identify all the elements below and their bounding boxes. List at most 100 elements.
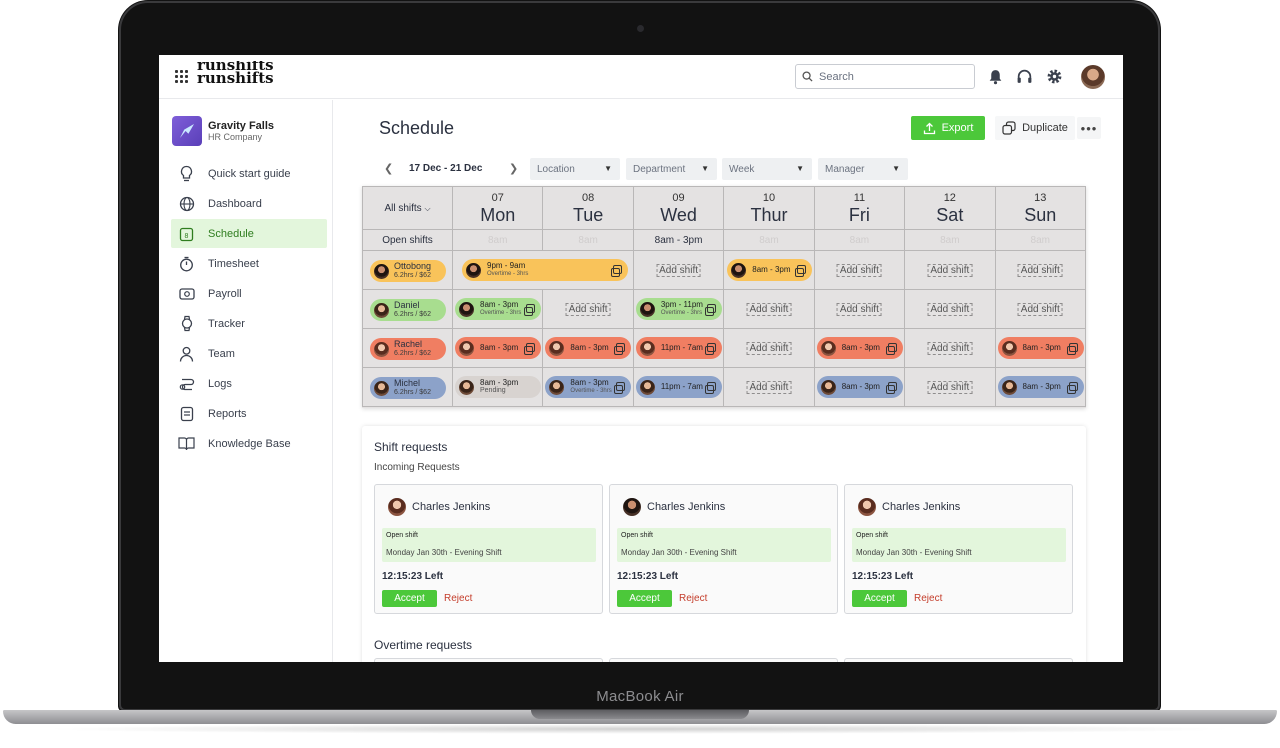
- copy-icon[interactable]: [614, 382, 626, 394]
- add-shift-button[interactable]: Add shift: [746, 381, 792, 394]
- shift-time: 8am - 3pm: [752, 265, 791, 274]
- shift-time: 8am - 3pm: [570, 343, 609, 352]
- reject-button[interactable]: Reject: [679, 593, 707, 604]
- shift-block[interactable]: 8am - 3pm: [816, 337, 903, 359]
- shift-block[interactable]: 8am - 3pm: [997, 376, 1084, 398]
- shift-block[interactable]: 8am - 3pm: [545, 337, 632, 359]
- copy-icon[interactable]: [885, 343, 897, 355]
- add-shift-button[interactable]: Add shift: [927, 342, 973, 355]
- org-switcher[interactable]: Gravity Falls HR Company: [172, 116, 274, 146]
- manager-select[interactable]: Manager ▼: [818, 158, 908, 180]
- sidebar-item-schedule[interactable]: 8 Schedule: [171, 219, 327, 248]
- add-shift-button[interactable]: Add shift: [927, 264, 973, 277]
- accept-button[interactable]: Accept: [617, 590, 672, 607]
- open-shift-slot[interactable]: 8am: [813, 229, 906, 251]
- copy-icon[interactable]: [704, 382, 716, 394]
- add-shift-button[interactable]: Add shift: [746, 303, 792, 316]
- add-shift-button[interactable]: Add shift: [836, 303, 882, 316]
- add-shift-button[interactable]: Add shift: [927, 303, 973, 316]
- chevron-right-icon[interactable]: ❯: [509, 162, 518, 175]
- shift-block[interactable]: 11pm - 7am: [635, 376, 722, 398]
- open-shift-slot[interactable]: 8am: [723, 229, 815, 251]
- add-shift-button[interactable]: Add shift: [565, 303, 611, 316]
- sidebar-item-tracker[interactable]: Tracker: [171, 309, 327, 338]
- add-shift-button[interactable]: Add shift: [746, 342, 792, 355]
- shift-cell: 8am - 3pm Overtime - 3hrs: [542, 367, 634, 407]
- sidebar-item-quick-start[interactable]: Quick start guide: [171, 159, 327, 188]
- sidebar-item-logs[interactable]: Logs: [171, 369, 327, 398]
- accept-button[interactable]: Accept: [852, 590, 907, 607]
- shift-block[interactable]: 11pm - 7am: [635, 337, 722, 359]
- search-box[interactable]: [795, 64, 975, 89]
- shift-block-pending[interactable]: 8am - 3pm Pending: [455, 376, 541, 398]
- sidebar-item-payroll[interactable]: Payroll: [171, 279, 327, 308]
- day-number: 11: [853, 192, 866, 204]
- laptop-shadow: [40, 724, 1240, 734]
- employee-chip-rachel[interactable]: Rachel 6.2hrs / $62: [370, 338, 446, 360]
- day-header-mon: 07 Mon: [451, 186, 544, 230]
- add-shift-button[interactable]: Add shift: [656, 264, 702, 277]
- add-shift-button[interactable]: Add shift: [1017, 264, 1063, 277]
- sidebar-item-knowledge-base[interactable]: Knowledge Base: [171, 429, 327, 458]
- add-shift-button[interactable]: Add shift: [927, 381, 973, 394]
- copy-icon[interactable]: [524, 343, 535, 355]
- copy-icon[interactable]: [1066, 343, 1078, 355]
- reject-button[interactable]: Reject: [914, 593, 942, 604]
- shift-cell: Add shift: [632, 250, 725, 290]
- copy-icon[interactable]: [524, 304, 535, 316]
- open-shift-slot[interactable]: 8am: [904, 229, 996, 251]
- app-logo[interactable]: runshifts runshifts: [197, 61, 277, 87]
- location-select[interactable]: Location ▼: [530, 158, 620, 180]
- shift-block[interactable]: 8am - 3pm: [997, 337, 1084, 359]
- sidebar-item-reports[interactable]: Reports: [171, 399, 327, 428]
- export-button[interactable]: Export: [911, 116, 985, 140]
- chevron-left-icon[interactable]: ❮: [384, 162, 393, 175]
- day-header-wed: 09 Wed: [632, 186, 725, 230]
- sidebar-item-dashboard[interactable]: Dashboard: [171, 189, 327, 218]
- shift-block[interactable]: 8am - 3pm: [455, 337, 541, 359]
- add-shift-button[interactable]: Add shift: [836, 264, 882, 277]
- headset-icon[interactable]: [1016, 68, 1033, 85]
- chevron-down-icon: ▼: [796, 164, 804, 173]
- filter-bar: ❮ 17 Dec - 21 Dec ❯ Location ▼ Departmen…: [379, 158, 1119, 180]
- user-avatar[interactable]: [1081, 65, 1105, 89]
- shift-block[interactable]: 8am - 3pm Overtime - 3hrs: [545, 376, 632, 398]
- copy-icon[interactable]: [704, 343, 716, 355]
- search-input[interactable]: [819, 70, 959, 83]
- open-shift-slot[interactable]: 8am: [994, 229, 1087, 251]
- open-shift-slot[interactable]: 8am: [542, 229, 634, 251]
- department-select[interactable]: Department ▼: [626, 158, 717, 180]
- copy-icon[interactable]: [614, 343, 626, 355]
- open-shift-slot[interactable]: 8am: [451, 229, 544, 251]
- shift-block[interactable]: 8am - 3pm: [816, 376, 903, 398]
- view-select[interactable]: Week ▼: [722, 158, 812, 180]
- copy-icon[interactable]: [611, 265, 622, 277]
- copy-icon[interactable]: [885, 382, 897, 394]
- sidebar-item-team[interactable]: Team: [171, 339, 327, 368]
- shift-block[interactable]: 9pm - 9am Overtime - 3hrs: [462, 259, 628, 281]
- more-options-button[interactable]: •••: [1077, 117, 1101, 139]
- apps-grid-icon[interactable]: [175, 70, 188, 83]
- copy-icon[interactable]: [704, 304, 716, 316]
- book-icon: [178, 435, 195, 452]
- sidebar-item-timesheet[interactable]: Timesheet: [171, 249, 327, 278]
- copy-icon[interactable]: [1066, 382, 1078, 394]
- shift-block[interactable]: 3pm - 11pm Overtime - 3hrs: [635, 298, 722, 320]
- shift-cell: Add shift: [542, 289, 634, 329]
- accept-button[interactable]: Accept: [382, 590, 437, 607]
- all-shifts-filter[interactable]: All shifts ⌵: [362, 186, 453, 230]
- bell-icon[interactable]: [987, 68, 1004, 85]
- employee-chip-daniel[interactable]: Daniel 6.2hrs / $62: [370, 299, 446, 321]
- chevron-down-icon: ⌵: [424, 204, 431, 213]
- duplicate-button[interactable]: Duplicate: [995, 116, 1075, 140]
- shift-block[interactable]: 8am - 3pm: [727, 259, 813, 281]
- shift-cell: 11pm - 7am: [632, 367, 725, 407]
- shift-block[interactable]: 8am - 3pm Overtime - 3hrs: [455, 298, 541, 320]
- reject-button[interactable]: Reject: [444, 593, 472, 604]
- employee-chip-michel[interactable]: Michel 6.2hrs / $62: [370, 377, 446, 399]
- gear-icon[interactable]: [1046, 68, 1063, 85]
- add-shift-button[interactable]: Add shift: [1017, 303, 1063, 316]
- employee-chip-ottobong[interactable]: Ottobong 6.2hrs / $62: [370, 260, 446, 282]
- copy-icon[interactable]: [795, 265, 807, 277]
- open-shift-slot[interactable]: 8am - 3pm: [632, 229, 725, 251]
